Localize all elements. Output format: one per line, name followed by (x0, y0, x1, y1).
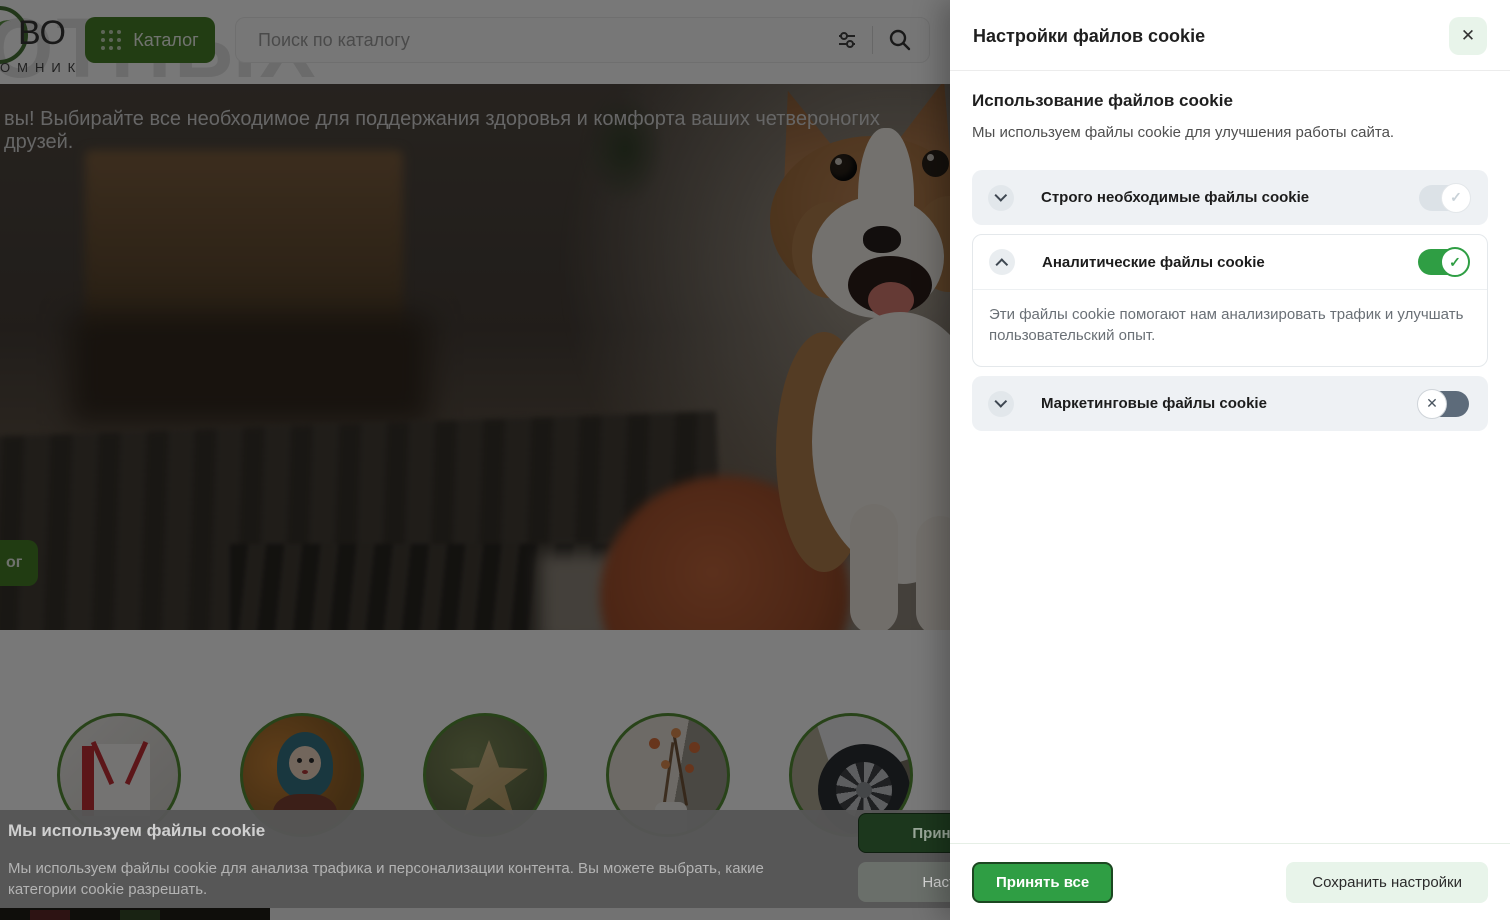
cookie-settings-drawer: Настройки файлов cookie ✕ Использование … (950, 0, 1510, 920)
chevron-up-icon (989, 249, 1015, 275)
close-icon: ✕ (1461, 26, 1475, 46)
cookie-banner-text: Мы используем файлы cookie для анализа т… (8, 858, 808, 900)
accordion-description: Эти файлы cookie помогают нам анализиров… (973, 290, 1487, 366)
drawer-body: Использование файлов cookie Мы используе… (950, 71, 1510, 440)
chevron-down-icon (988, 185, 1014, 211)
accordion-header-marketing[interactable]: Маркетинговые файлы cookie ✕ (972, 376, 1488, 431)
accordion-label: Аналитические файлы cookie (1042, 254, 1418, 271)
accordion-marketing: Маркетинговые файлы cookie ✕ (972, 376, 1488, 431)
drawer-header: Настройки файлов cookie ✕ (950, 0, 1510, 71)
check-icon: ✓ (1449, 254, 1461, 271)
accordion-analytics: Аналитические файлы cookie ✓ Эти файлы c… (972, 234, 1488, 367)
x-icon: ✕ (1426, 395, 1438, 412)
toggle-analytics[interactable]: ✓ (1418, 249, 1468, 275)
accordion-header-analytics[interactable]: Аналитические файлы cookie ✓ (973, 235, 1487, 289)
toggle-strictly-necessary: ✓ (1419, 185, 1469, 211)
accordion-header-strictly-necessary[interactable]: Строго необходимые файлы cookie ✓ (972, 170, 1488, 225)
accept-all-button[interactable]: Принять все (972, 862, 1113, 903)
usage-section-title: Использование файлов cookie (972, 91, 1488, 111)
drawer-title: Настройки файлов cookie (973, 26, 1205, 47)
drawer-footer: Принять все Сохранить настройки (950, 843, 1510, 920)
accordion-strictly-necessary: Строго необходимые файлы cookie ✓ (972, 170, 1488, 225)
close-button[interactable]: ✕ (1449, 17, 1487, 55)
check-icon: ✓ (1450, 189, 1462, 206)
cookie-banner-title: Мы используем файлы cookie (8, 821, 265, 841)
usage-section-text: Мы используем файлы cookie для улучшения… (972, 124, 1488, 141)
accordion-label: Маркетинговые файлы cookie (1041, 395, 1419, 412)
screen: ОТНЫХ ВО ОМНИК Каталог (0, 0, 1510, 920)
chevron-down-icon (988, 391, 1014, 417)
toggle-marketing[interactable]: ✕ (1419, 391, 1469, 417)
accordion-label: Строго необходимые файлы cookie (1041, 189, 1419, 206)
save-settings-button[interactable]: Сохранить настройки (1286, 862, 1488, 903)
